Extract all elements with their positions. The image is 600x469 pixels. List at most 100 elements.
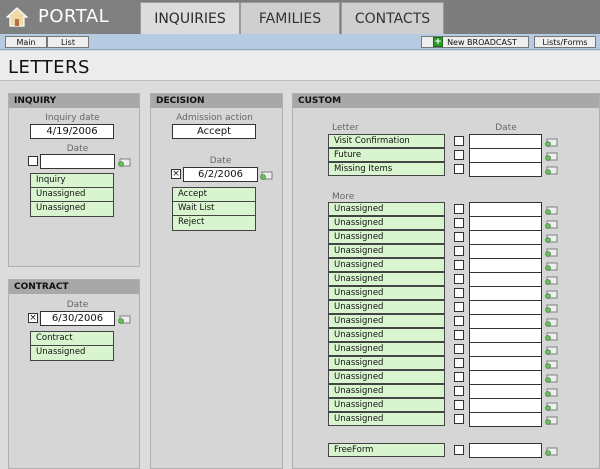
decision-letter-item[interactable]: Accept: [173, 188, 255, 202]
custom-more-row-label[interactable]: Unassigned: [328, 384, 445, 398]
freeform-row-date-field[interactable]: [469, 443, 542, 458]
custom-more-row-date-field[interactable]: [469, 398, 542, 413]
custom-letter-row-label[interactable]: Missing Items: [328, 162, 445, 176]
custom-more-row-checkbox[interactable]: [454, 288, 464, 298]
custom-more-row-checkbox[interactable]: [454, 344, 464, 354]
inquiry-sub-date-field[interactable]: [40, 154, 115, 169]
custom-more-row-date-field[interactable]: [469, 356, 542, 371]
decision-letter-item[interactable]: Reject: [173, 216, 255, 230]
custom-more-row-label[interactable]: Unassigned: [328, 342, 445, 356]
calendar-icon[interactable]: [545, 359, 559, 369]
calendar-icon[interactable]: [545, 151, 559, 161]
calendar-icon[interactable]: [545, 247, 559, 257]
calendar-icon[interactable]: [545, 415, 559, 425]
custom-more-row-label[interactable]: Unassigned: [328, 272, 445, 286]
custom-more-row-label[interactable]: Unassigned: [328, 202, 445, 216]
calendar-icon[interactable]: [545, 165, 559, 175]
custom-more-row-label[interactable]: Unassigned: [328, 300, 445, 314]
custom-letter-row-date-field[interactable]: [469, 134, 542, 149]
contract-letter-item[interactable]: Unassigned: [31, 346, 113, 360]
inquiry-letter-item[interactable]: Unassigned: [31, 188, 113, 202]
custom-more-row-date-field[interactable]: [469, 230, 542, 245]
custom-more-row-checkbox[interactable]: [454, 204, 464, 214]
portal-logo[interactable]: PORTAL: [0, 0, 140, 34]
custom-more-row-date-field[interactable]: [469, 258, 542, 273]
inquiry-letter-item[interactable]: Inquiry: [31, 174, 113, 188]
decision-date-field[interactable]: 6/2/2006: [183, 167, 258, 182]
custom-more-row-label[interactable]: Unassigned: [328, 370, 445, 384]
custom-more-row-date-field[interactable]: [469, 202, 542, 217]
custom-letter-row-label[interactable]: Visit Confirmation: [328, 134, 445, 148]
calendar-icon[interactable]: [118, 157, 132, 167]
calendar-icon[interactable]: [545, 275, 559, 285]
custom-more-row-checkbox[interactable]: [454, 218, 464, 228]
custom-more-row-checkbox[interactable]: [454, 358, 464, 368]
list-button[interactable]: List: [47, 36, 89, 48]
calendar-icon[interactable]: [118, 314, 132, 324]
custom-more-row-checkbox[interactable]: [454, 246, 464, 256]
custom-more-row-date-field[interactable]: [469, 314, 542, 329]
custom-letter-row-checkbox[interactable]: [454, 164, 464, 174]
custom-more-row-date-field[interactable]: [469, 244, 542, 259]
custom-more-row-checkbox[interactable]: [454, 414, 464, 424]
custom-more-row-checkbox[interactable]: [454, 274, 464, 284]
custom-more-row-label[interactable]: Unassigned: [328, 216, 445, 230]
calendar-icon[interactable]: [545, 205, 559, 215]
calendar-icon[interactable]: [545, 401, 559, 411]
custom-letter-row-label[interactable]: Future: [328, 148, 445, 162]
custom-more-row-checkbox[interactable]: [454, 386, 464, 396]
decision-checkbox[interactable]: ×: [171, 169, 181, 179]
inquiry-checkbox[interactable]: [28, 156, 38, 166]
custom-more-row-checkbox[interactable]: [454, 330, 464, 340]
custom-more-row-date-field[interactable]: [469, 286, 542, 301]
inquiry-letter-item[interactable]: Unassigned: [31, 202, 113, 216]
custom-more-row-checkbox[interactable]: [454, 302, 464, 312]
calendar-icon[interactable]: [545, 137, 559, 147]
custom-more-row-checkbox[interactable]: [454, 232, 464, 242]
custom-more-row-date-field[interactable]: [469, 328, 542, 343]
contract-letter-item[interactable]: Contract: [31, 332, 113, 346]
inquiry-date-field[interactable]: 4/19/2006: [30, 124, 114, 139]
custom-more-row-date-field[interactable]: [469, 300, 542, 315]
calendar-icon[interactable]: [545, 446, 559, 456]
custom-more-row-checkbox[interactable]: [454, 316, 464, 326]
custom-more-row-date-field[interactable]: [469, 342, 542, 357]
calendar-icon[interactable]: [545, 345, 559, 355]
custom-more-row-label[interactable]: Unassigned: [328, 328, 445, 342]
freeform-row-label[interactable]: FreeForm: [328, 443, 445, 457]
calendar-icon[interactable]: [545, 373, 559, 383]
custom-more-row-date-field[interactable]: [469, 216, 542, 231]
tab-families[interactable]: FAMILIES: [240, 2, 340, 34]
new-broadcast-button[interactable]: + New BROADCAST: [421, 36, 529, 48]
custom-more-row-label[interactable]: Unassigned: [328, 412, 445, 426]
custom-more-row-date-field[interactable]: [469, 272, 542, 287]
decision-letter-item[interactable]: Wait List: [173, 202, 255, 216]
custom-letter-row-checkbox[interactable]: [454, 136, 464, 146]
freeform-row-checkbox[interactable]: [454, 445, 464, 455]
custom-more-row-label[interactable]: Unassigned: [328, 398, 445, 412]
custom-more-row-label[interactable]: Unassigned: [328, 356, 445, 370]
tab-contacts[interactable]: CONTACTS: [341, 2, 444, 34]
custom-more-row-date-field[interactable]: [469, 370, 542, 385]
custom-more-row-checkbox[interactable]: [454, 400, 464, 410]
contract-checkbox[interactable]: ×: [28, 313, 38, 323]
custom-letter-row-date-field[interactable]: [469, 148, 542, 163]
calendar-icon[interactable]: [545, 261, 559, 271]
custom-letter-row-checkbox[interactable]: [454, 150, 464, 160]
custom-more-row-checkbox[interactable]: [454, 260, 464, 270]
main-button[interactable]: Main: [5, 36, 47, 48]
custom-letter-row-date-field[interactable]: [469, 162, 542, 177]
custom-more-row-date-field[interactable]: [469, 384, 542, 399]
contract-date-field[interactable]: 6/30/2006: [40, 311, 115, 326]
custom-more-row-checkbox[interactable]: [454, 372, 464, 382]
calendar-icon[interactable]: [545, 387, 559, 397]
custom-more-row-date-field[interactable]: [469, 412, 542, 427]
calendar-icon[interactable]: [545, 303, 559, 313]
calendar-icon[interactable]: [545, 289, 559, 299]
lists-forms-button[interactable]: Lists/Forms: [534, 36, 596, 48]
calendar-icon[interactable]: [260, 170, 274, 180]
calendar-icon[interactable]: [545, 331, 559, 341]
admission-action-field[interactable]: Accept: [172, 124, 256, 139]
calendar-icon[interactable]: [545, 317, 559, 327]
custom-more-row-label[interactable]: Unassigned: [328, 314, 445, 328]
